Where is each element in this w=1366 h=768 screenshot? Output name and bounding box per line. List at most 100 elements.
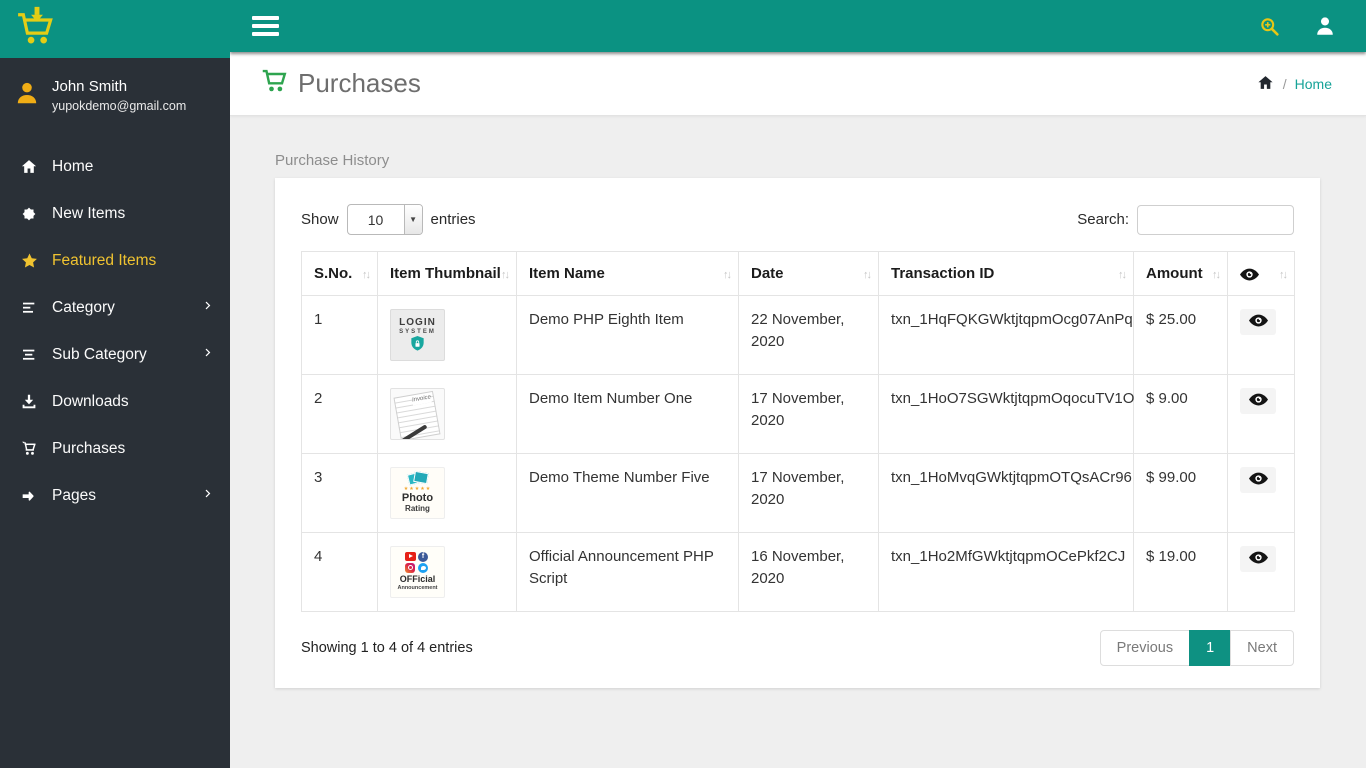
avatar bbox=[14, 80, 40, 111]
cell-date: 16 November, 2020 bbox=[738, 532, 879, 612]
view-purchase-button[interactable] bbox=[1240, 467, 1276, 493]
search-plus-icon[interactable] bbox=[1259, 16, 1280, 37]
page-1-button[interactable]: 1 bbox=[1189, 630, 1232, 666]
cell-transaction-id: txn_1HqFQKGWktjtqpmOcg07AnPq bbox=[878, 295, 1134, 375]
sort-icon: ↑↓ bbox=[501, 269, 510, 281]
sidebar-item-label: Pages bbox=[52, 486, 96, 504]
home-icon bbox=[19, 157, 39, 177]
view-purchase-button[interactable] bbox=[1240, 546, 1276, 572]
user-icon[interactable] bbox=[1314, 15, 1336, 37]
cell-thumbnail: f OFFicial Announcement bbox=[377, 532, 517, 612]
chevron-right-icon bbox=[203, 299, 214, 317]
cell-amount: $ 19.00 bbox=[1133, 532, 1228, 612]
column-header-amount[interactable]: Amount ↑↓ bbox=[1133, 251, 1228, 296]
sidebar-user-info: John Smith yupokdemo@gmail.com bbox=[0, 58, 230, 129]
column-header-item-name[interactable]: Item Name ↑↓ bbox=[516, 251, 739, 296]
cell-date: 22 November, 2020 bbox=[738, 295, 879, 375]
page-length-control: Show 10 ▼ entries bbox=[301, 204, 476, 235]
eye-icon bbox=[1240, 265, 1259, 282]
sidebar-item-featured-items[interactable]: Featured Items bbox=[0, 237, 230, 284]
cell-amount: $ 99.00 bbox=[1133, 453, 1228, 533]
panel-heading: Purchase History bbox=[275, 152, 390, 169]
view-purchase-button[interactable] bbox=[1240, 388, 1276, 414]
table-body: 1 LOGIN SYSTEM Demo PHP Eighth Item 22 Novem… bbox=[301, 295, 1295, 612]
thumbnail-photo-rating: ★★★★★ Photo Rating bbox=[390, 467, 445, 519]
purchases-table: S.No. ↑↓ Item Thumbnail ↑↓ Item Name ↑↓ Date ↑↓… bbox=[301, 251, 1295, 612]
column-header-s-no-[interactable]: S.No. ↑↓ bbox=[301, 251, 378, 296]
search-input[interactable] bbox=[1137, 204, 1294, 235]
cell-view bbox=[1227, 295, 1295, 375]
column-label: Item Name bbox=[529, 265, 605, 282]
sidebar-item-category[interactable]: Category bbox=[0, 284, 230, 331]
column-header-date[interactable]: Date ↑↓ bbox=[738, 251, 879, 296]
star-icon bbox=[19, 251, 39, 271]
cell-amount: $ 25.00 bbox=[1133, 295, 1228, 375]
chevron-right-icon bbox=[203, 346, 214, 364]
cell-transaction-id: txn_1HoO7SGWktjtqpmOqocuTV1O bbox=[878, 374, 1134, 454]
youtube-icon bbox=[405, 551, 416, 561]
view-purchase-button[interactable] bbox=[1240, 309, 1276, 335]
user-email: yupokdemo@gmail.com bbox=[52, 99, 187, 113]
sidebar-item-sub-category[interactable]: Sub Category bbox=[0, 331, 230, 378]
cell-view bbox=[1227, 374, 1295, 454]
sort-icon: ↑↓ bbox=[1279, 269, 1288, 281]
column-label: S.No. bbox=[314, 265, 353, 282]
sidebar-item-label: Featured Items bbox=[52, 251, 157, 269]
home-icon[interactable] bbox=[1256, 74, 1275, 94]
breadcrumb-separator: / bbox=[1282, 75, 1287, 92]
column-header-transaction-id[interactable]: Transaction ID ↑↓ bbox=[878, 251, 1134, 296]
list-alt-icon bbox=[19, 345, 39, 365]
sidebar-item-pages[interactable]: Pages bbox=[0, 472, 230, 519]
next-page-button[interactable]: Next bbox=[1230, 630, 1294, 666]
show-label: Show bbox=[301, 211, 339, 228]
twitter-icon bbox=[418, 562, 428, 573]
eye-icon bbox=[1248, 551, 1268, 567]
cell-date: 17 November, 2020 bbox=[738, 374, 879, 454]
sidebar-nav: Home New Items Featured Items Category Sub C… bbox=[0, 143, 230, 519]
column-label: Item Thumbnail bbox=[390, 265, 501, 282]
previous-page-button[interactable]: Previous bbox=[1099, 630, 1191, 666]
cell-thumbnail: Invoice bbox=[377, 374, 517, 454]
sidebar-item-home[interactable]: Home bbox=[0, 143, 230, 190]
page-header: Purchases / Home bbox=[230, 52, 1366, 116]
sidebar-item-label: Downloads bbox=[52, 392, 129, 410]
column-header-item-thumbnail[interactable]: Item Thumbnail ↑↓ bbox=[377, 251, 517, 296]
page-length-select[interactable]: 10 ▼ bbox=[346, 204, 423, 235]
hamburger-menu-icon[interactable] bbox=[252, 12, 279, 40]
sidebar-item-label: Purchases bbox=[52, 439, 126, 457]
cell-sno: 1 bbox=[301, 295, 378, 375]
eye-icon bbox=[1248, 393, 1268, 409]
cell-item-name: Demo Item Number One bbox=[516, 374, 739, 454]
table-row: 2 Invoice Demo Item Number One 17 November,… bbox=[301, 374, 1295, 454]
sidebar: John Smith yupokdemo@gmail.com Home New I… bbox=[0, 0, 230, 768]
cell-sno: 2 bbox=[301, 374, 378, 454]
cell-amount: $ 9.00 bbox=[1133, 374, 1228, 454]
breadcrumb-home-link[interactable]: Home bbox=[1295, 76, 1332, 92]
topbar bbox=[230, 0, 1366, 52]
table-info: Showing 1 to 4 of 4 entries bbox=[301, 640, 473, 656]
table-row: 1 LOGIN SYSTEM Demo PHP Eighth Item 22 Novem… bbox=[301, 295, 1295, 375]
cell-item-name: Demo PHP Eighth Item bbox=[516, 295, 739, 375]
cell-transaction-id: txn_1Ho2MfGWktjtqpmOCePkf2CJ bbox=[878, 532, 1134, 612]
sort-icon: ↑↓ bbox=[863, 269, 872, 281]
download-icon bbox=[19, 392, 39, 412]
column-label: Transaction ID bbox=[891, 265, 995, 282]
cell-thumbnail: LOGIN SYSTEM bbox=[377, 295, 517, 375]
datatable-controls: Show 10 ▼ entries Search: bbox=[301, 204, 1294, 235]
cell-thumbnail: ★★★★★ Photo Rating bbox=[377, 453, 517, 533]
chevron-right-icon bbox=[203, 487, 214, 505]
app-logo[interactable] bbox=[0, 0, 230, 58]
sidebar-item-downloads[interactable]: Downloads bbox=[0, 378, 230, 425]
cart-icon bbox=[260, 67, 290, 100]
thumbnail-invoice: Invoice bbox=[390, 388, 445, 440]
sidebar-item-purchases[interactable]: Purchases bbox=[0, 425, 230, 472]
eye-icon bbox=[1248, 314, 1268, 330]
burst-icon bbox=[19, 204, 39, 224]
app-window: John Smith yupokdemo@gmail.com Home New I… bbox=[0, 0, 1366, 768]
main-content: Purchase History Show 10 ▼ entries Searc… bbox=[230, 116, 1366, 768]
chevron-down-icon: ▼ bbox=[403, 205, 422, 234]
table-row: 3 ★★★★★ Photo Rating Demo Theme Number Five 1… bbox=[301, 453, 1295, 533]
sidebar-item-new-items[interactable]: New Items bbox=[0, 190, 230, 237]
thumbnail-official-announcement: f OFFicial Announcement bbox=[390, 546, 445, 598]
column-header-view[interactable]: ↑↓ bbox=[1227, 251, 1295, 296]
